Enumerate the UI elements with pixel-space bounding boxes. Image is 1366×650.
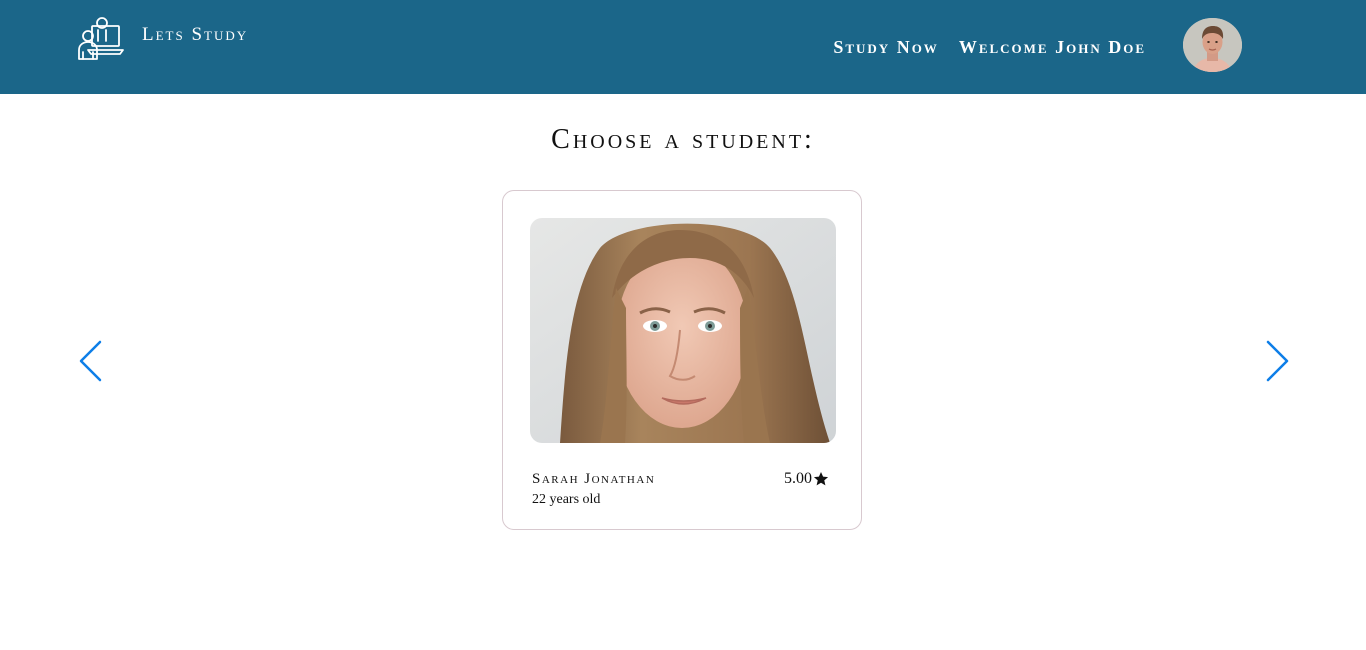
user-avatar-portrait <box>1183 18 1242 72</box>
chevron-left-icon[interactable] <box>76 338 106 384</box>
teacher-laptop-icon <box>78 17 124 60</box>
student-rating: 5.00 <box>784 470 829 488</box>
student-name: Sarah Jonathan <box>532 471 656 487</box>
chevron-right-icon[interactable] <box>1262 338 1292 384</box>
star-icon <box>813 472 829 486</box>
student-card[interactable]: Sarah Jonathan 22 years old 5.00 <box>502 190 862 530</box>
student-photo <box>530 218 836 443</box>
brand-link[interactable]: Lets Study <box>78 16 248 60</box>
nav-link-welcome-user[interactable]: Welcome John Doe <box>959 37 1146 58</box>
nav-link-study-now[interactable]: Study Now <box>833 37 938 58</box>
rating-value: 5.00 <box>784 470 812 487</box>
student-portrait <box>530 218 836 443</box>
student-age: 22 years old <box>532 492 601 507</box>
user-avatar[interactable] <box>1183 18 1242 72</box>
nav-links: Study Now Welcome John Doe <box>833 37 1146 58</box>
brand-name: Lets Study <box>142 24 249 45</box>
page-title: Choose a student: <box>551 124 815 155</box>
navbar: Lets Study Study Now Welcome John Doe <box>0 0 1366 94</box>
